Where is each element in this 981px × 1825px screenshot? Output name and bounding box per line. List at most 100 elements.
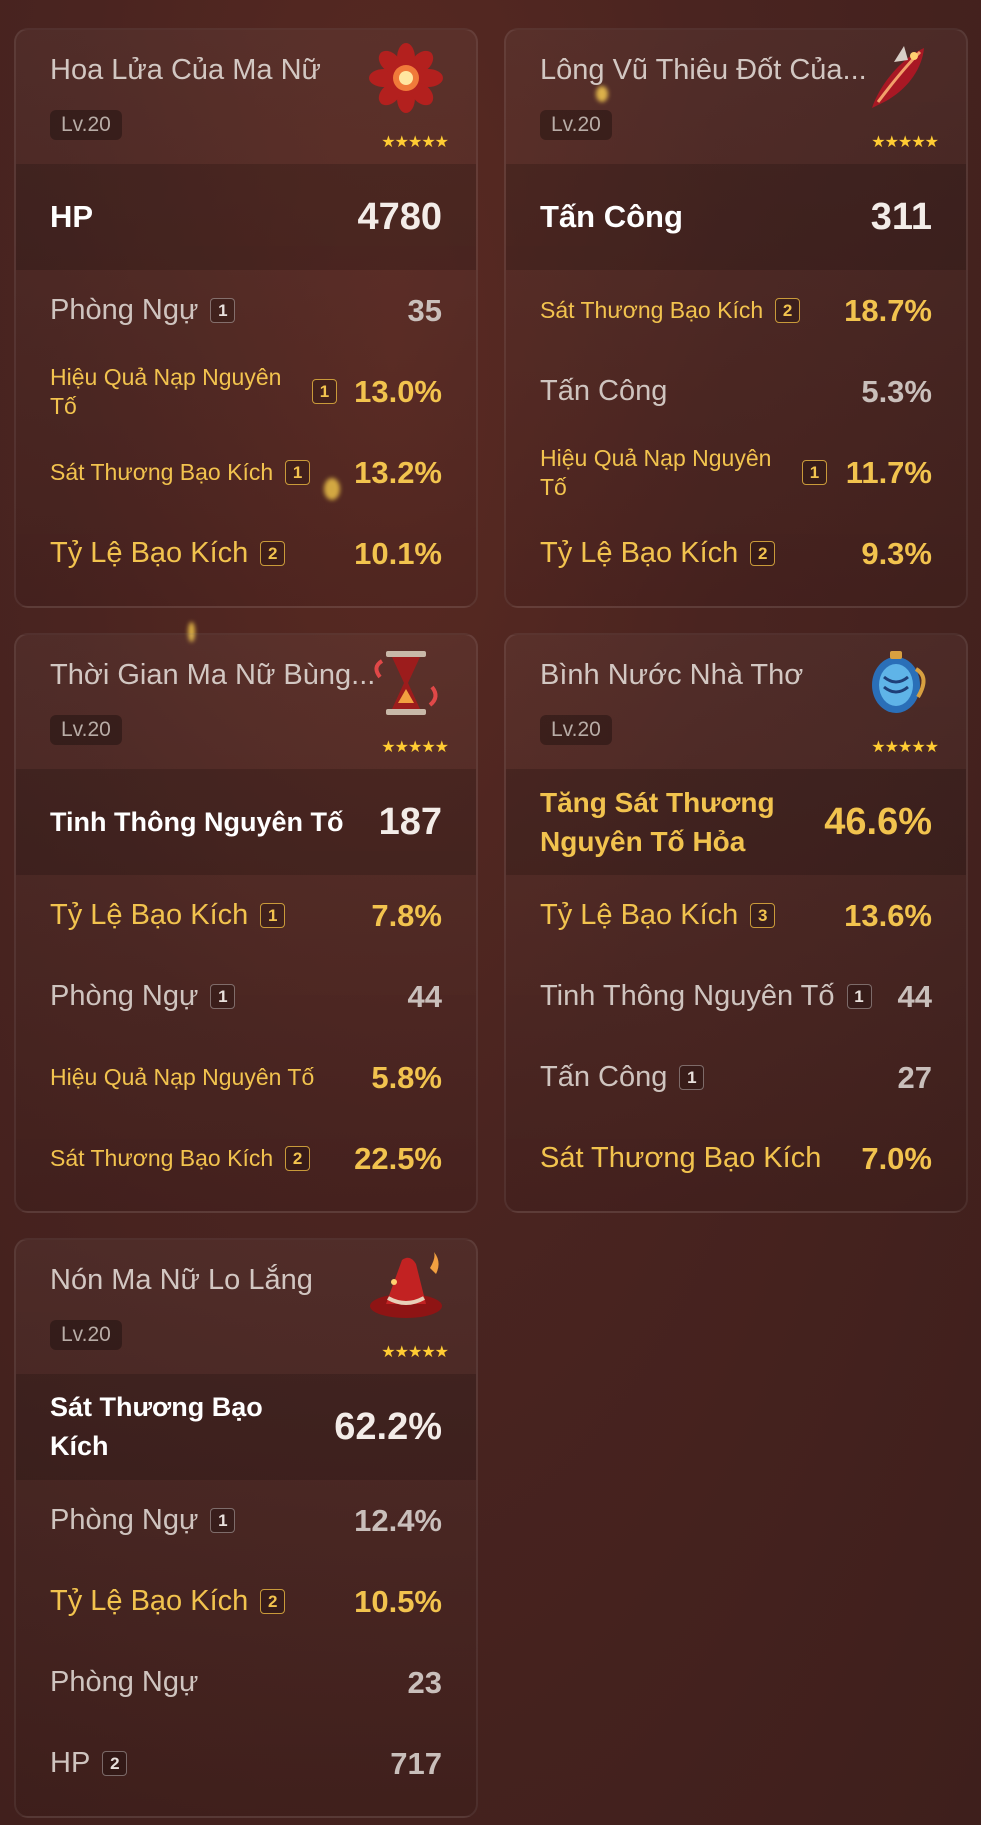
substat-value: 10.5% <box>354 1583 442 1619</box>
substat-row: Tỷ Lệ Bạo Kích 3 13.6% <box>506 875 966 956</box>
hourglass-icon <box>364 647 448 719</box>
main-stat-label: Tăng Sát Thương Nguyên Tố Hỏa <box>540 787 775 857</box>
substat-label: Phòng Ngự <box>50 1666 199 1698</box>
substat-value: 11.7% <box>845 454 932 490</box>
artifact-card-goblet[interactable]: Bình Nước Nhà Thơ Lv.20 ★★★★★ Tăng Sát T… <box>504 633 968 1213</box>
artifact-name: Hoa Lửa Của Ma Nữ <box>50 54 321 86</box>
substat-value: 7.0% <box>861 1140 932 1176</box>
substat-value: 27 <box>897 1059 932 1095</box>
substat-label: Tinh Thông Nguyên Tố <box>540 980 835 1012</box>
substat-label: Hiệu Quả Nạp Nguyên Tố <box>50 1064 315 1090</box>
substat-row: Sát Thương Bạo Kích 2 22.5% <box>16 1118 476 1199</box>
substat-row: Tỷ Lệ Bạo Kích 2 10.5% <box>16 1561 476 1642</box>
substat-label: Tỷ Lệ Bạo Kích <box>540 899 739 931</box>
roll-count-badge: 2 <box>285 1146 311 1171</box>
level-badge: Lv.20 <box>50 110 122 140</box>
rarity-stars: ★★★★★ <box>871 134 939 151</box>
substat-row: Tấn Công 1 27 <box>506 1037 966 1118</box>
main-stat-row: Tăng Sát Thương Nguyên Tố Hỏa 46.6% <box>506 769 966 875</box>
main-stat-value: 46.6% <box>824 800 932 843</box>
substat-value: 44 <box>407 978 442 1014</box>
artifact-header: Bình Nước Nhà Thơ Lv.20 ★★★★★ <box>506 635 966 769</box>
substat-value: 717 <box>390 1745 442 1781</box>
artifact-header: Hoa Lửa Của Ma Nữ Lv.20 ★★★★★ <box>16 30 476 164</box>
roll-count-badge: 2 <box>102 1751 128 1776</box>
roll-count-badge: 1 <box>285 460 311 485</box>
roll-count-badge: 1 <box>210 298 236 323</box>
substat-label: Sát Thương Bạo Kích <box>540 1142 822 1174</box>
substat-row: Phòng Ngự 1 35 <box>16 270 476 351</box>
substat-row: Sát Thương Bạo Kích 1 13.2% <box>16 432 476 513</box>
witch-hat-icon <box>364 1252 448 1324</box>
artifact-card-circlet[interactable]: Nón Ma Nữ Lo Lắng Lv.20 ★★★★★ Sát Thương… <box>14 1238 478 1818</box>
substat-value: 22.5% <box>354 1140 442 1176</box>
substat-label: Tấn Công <box>540 375 668 407</box>
main-stat-value: 187 <box>378 800 442 843</box>
artifact-card-plume[interactable]: Lông Vũ Thiêu Đốt Của... Lv.20 ★★★★★ Tấn… <box>504 28 968 608</box>
substat-row: Hiệu Quả Nạp Nguyên Tố 5.8% <box>16 1037 476 1118</box>
substat-value: 23 <box>407 1664 442 1700</box>
substat-value: 12.4% <box>354 1502 442 1538</box>
artifact-name: Thời Gian Ma Nữ Bùng... <box>50 659 376 691</box>
substat-label: Phòng Ngự <box>50 1504 199 1536</box>
substat-row: Phòng Ngự 1 44 <box>16 956 476 1037</box>
main-stat-label: Tinh Thông Nguyên Tố <box>50 806 344 837</box>
substat-row: Sát Thương Bạo Kích 2 18.7% <box>506 270 966 351</box>
substat-label: Tỷ Lệ Bạo Kích <box>50 537 249 569</box>
main-stat-row: Tinh Thông Nguyên Tố 187 <box>16 769 476 875</box>
substat-value: 13.2% <box>354 454 442 490</box>
artifact-card-flower[interactable]: Hoa Lửa Của Ma Nữ Lv.20 ★★★★★ HP 4780 Ph… <box>14 28 478 608</box>
artifact-name: Bình Nước Nhà Thơ <box>540 659 804 691</box>
substat-label: Phòng Ngự <box>50 294 199 326</box>
main-stat-row: Sát Thương Bạo Kích 62.2% <box>16 1374 476 1480</box>
substat-label: Tỷ Lệ Bạo Kích <box>50 899 249 931</box>
level-badge: Lv.20 <box>50 715 122 745</box>
main-stat-label: Sát Thương Bạo Kích <box>50 1392 263 1461</box>
substat-row: Tấn Công 5.3% <box>506 351 966 432</box>
main-stat-row: HP 4780 <box>16 164 476 270</box>
rarity-stars: ★★★★★ <box>381 1344 449 1361</box>
substat-row: Phòng Ngự 1 12.4% <box>16 1480 476 1561</box>
substat-row: Phòng Ngự 23 <box>16 1642 476 1723</box>
substat-label: Tỷ Lệ Bạo Kích <box>540 537 739 569</box>
substat-label: Hiệu Quả Nạp Nguyên Tố <box>50 363 282 419</box>
substat-value: 9.3% <box>861 535 932 571</box>
substat-row: Tỷ Lệ Bạo Kích 2 9.3% <box>506 513 966 594</box>
substat-value: 10.1% <box>354 535 442 571</box>
rarity-stars: ★★★★★ <box>381 739 449 756</box>
main-stat-label: HP <box>50 199 94 234</box>
roll-count-badge: 1 <box>846 984 872 1009</box>
feather-icon <box>854 42 938 114</box>
artifact-header: Nón Ma Nữ Lo Lắng Lv.20 ★★★★★ <box>16 1240 476 1374</box>
substat-label: HP <box>50 1747 91 1779</box>
substat-label: Sát Thương Bạo Kích <box>50 459 274 485</box>
substat-row: Hiệu Quả Nạp Nguyên Tố 1 11.7% <box>506 432 966 513</box>
main-stat-value: 4780 <box>357 195 442 238</box>
substat-label: Hiệu Quả Nạp Nguyên Tố <box>540 444 772 500</box>
substat-row: Tỷ Lệ Bạo Kích 2 10.1% <box>16 513 476 594</box>
substat-label: Tấn Công <box>540 1061 668 1093</box>
main-stat-value: 311 <box>870 195 932 238</box>
roll-count-badge: 1 <box>260 903 286 928</box>
roll-count-badge: 2 <box>750 541 776 566</box>
artifact-name: Lông Vũ Thiêu Đốt Của... <box>540 54 867 86</box>
substat-label: Sát Thương Bạo Kích <box>50 1145 274 1171</box>
roll-count-badge: 1 <box>802 460 827 485</box>
substat-label: Tỷ Lệ Bạo Kích <box>50 1585 249 1617</box>
substat-value: 18.7% <box>844 292 932 328</box>
substat-value: 13.6% <box>844 897 932 933</box>
roll-count-badge: 2 <box>260 1589 286 1614</box>
main-stat-label: Tấn Công <box>540 199 683 234</box>
substat-value: 13.0% <box>354 373 442 409</box>
main-stat-value: 62.2% <box>334 1405 442 1448</box>
artifact-header: Lông Vũ Thiêu Đốt Của... Lv.20 ★★★★★ <box>506 30 966 164</box>
substat-value: 7.8% <box>371 897 442 933</box>
roll-count-badge: 2 <box>260 541 286 566</box>
rarity-stars: ★★★★★ <box>871 739 939 756</box>
level-badge: Lv.20 <box>50 1320 122 1350</box>
roll-count-badge: 3 <box>750 903 776 928</box>
substat-row: Tinh Thông Nguyên Tố 1 44 <box>506 956 966 1037</box>
artifact-header: Thời Gian Ma Nữ Bùng... Lv.20 ★★★★★ <box>16 635 476 769</box>
substat-row: Tỷ Lệ Bạo Kích 1 7.8% <box>16 875 476 956</box>
artifact-card-sands[interactable]: Thời Gian Ma Nữ Bùng... Lv.20 ★★★★★ Tinh… <box>14 633 478 1213</box>
